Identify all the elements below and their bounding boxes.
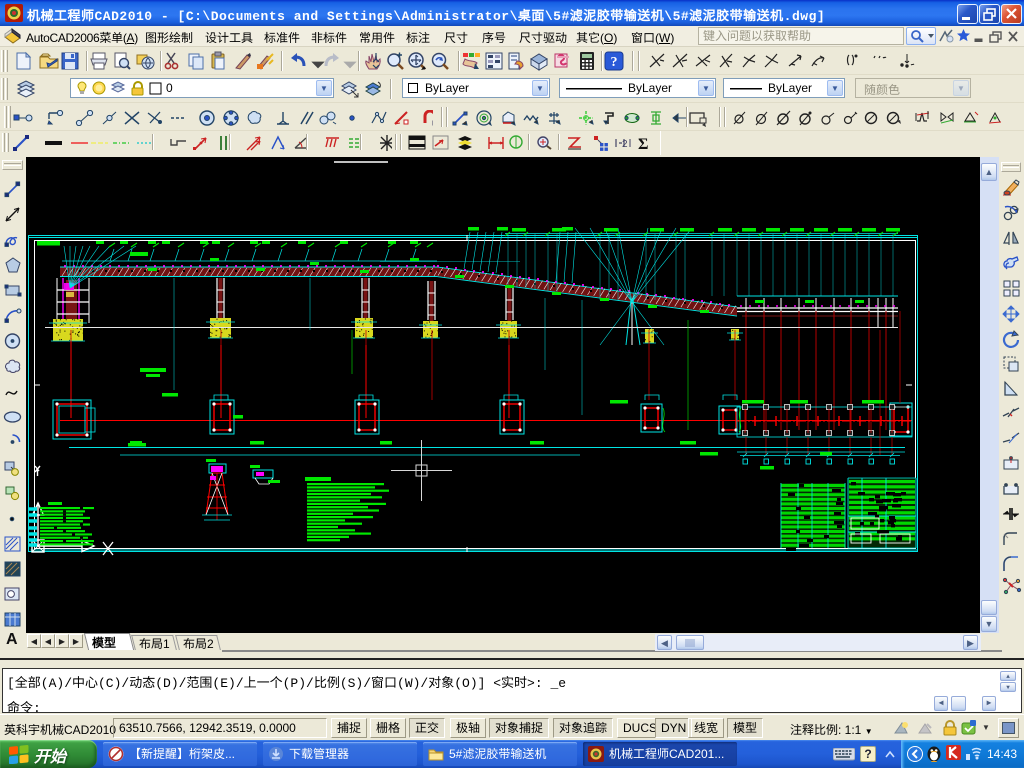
svg-text:2: 2 xyxy=(622,139,628,150)
svg-text:?: ? xyxy=(611,55,618,70)
svg-text:Σ: Σ xyxy=(638,136,648,152)
